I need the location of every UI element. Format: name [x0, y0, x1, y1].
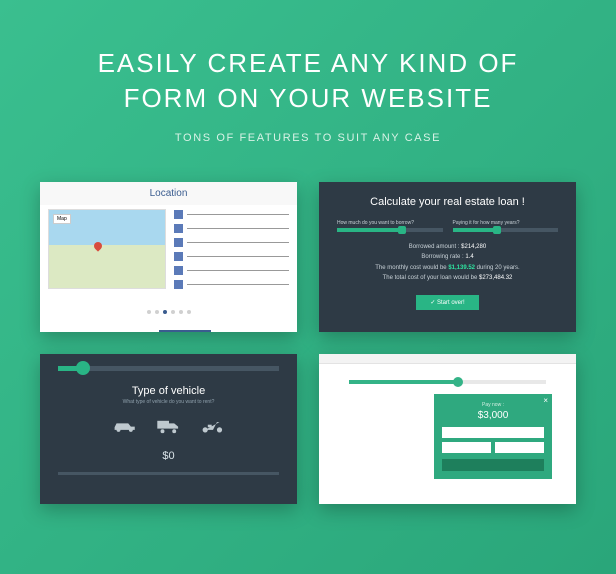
- pay-button[interactable]: [442, 459, 544, 471]
- hero-title: EASILY CREATE ANY KIND OF FORM ON YOUR W…: [30, 46, 586, 116]
- loan-results: Borrowed amount : $214,280 Borrowing rat…: [337, 242, 558, 283]
- scooter-icon[interactable]: [200, 417, 226, 440]
- close-icon[interactable]: ×: [543, 396, 548, 405]
- hero-subtitle: TONS OF FEATURES TO SUIT ANY CASE: [30, 132, 586, 144]
- vehicle-price: $0: [58, 450, 279, 462]
- loan-title: Calculate your real estate loan !: [337, 196, 558, 208]
- payment-popup: × Pay now : $3,000: [434, 394, 552, 479]
- car-icon[interactable]: [112, 417, 138, 440]
- vehicle-progress-slider[interactable]: [58, 366, 279, 371]
- field-icon: [174, 266, 183, 275]
- loan-slider-amount[interactable]: [337, 228, 443, 232]
- loan-slider-years[interactable]: [453, 228, 559, 232]
- truck-icon[interactable]: [156, 417, 182, 440]
- field-icon: [174, 252, 183, 261]
- loan-label-amount: How much do you want to borrow?: [337, 220, 443, 226]
- field-icon: [174, 224, 183, 233]
- example-card-vehicle: Type of vehicle What type of vehicle do …: [40, 354, 297, 504]
- vehicle-title: Type of vehicle: [58, 385, 279, 397]
- map-tab: Map: [53, 214, 71, 224]
- confirm-button[interactable]: ✓ Confirm: [159, 330, 211, 332]
- field-icon: [174, 280, 183, 289]
- map-preview: Map: [48, 209, 166, 289]
- vehicle-subtitle: What type of vehicle do you want to rent…: [58, 399, 279, 405]
- field-icon: [174, 210, 183, 219]
- expiry-input[interactable]: [442, 442, 491, 453]
- card-number-input[interactable]: [442, 427, 544, 438]
- cvc-input[interactable]: [495, 442, 544, 453]
- location-title: Location: [40, 182, 297, 205]
- example-card-payment: × Pay now : $3,000: [319, 354, 576, 504]
- loan-label-years: Paying it for how many years?: [453, 220, 559, 226]
- popup-amount: $3,000: [442, 410, 544, 421]
- field-icon: [174, 238, 183, 247]
- example-card-loan: Calculate your real estate loan ! How mu…: [319, 182, 576, 332]
- popup-heading: Pay now :: [442, 402, 544, 408]
- step-dots: [40, 301, 297, 319]
- startover-button[interactable]: ✓ Start over!: [416, 295, 478, 310]
- location-fields: [166, 209, 289, 293]
- example-card-location: Location Map ✓ Confirm: [40, 182, 297, 332]
- payment-progress-slider[interactable]: [349, 380, 546, 384]
